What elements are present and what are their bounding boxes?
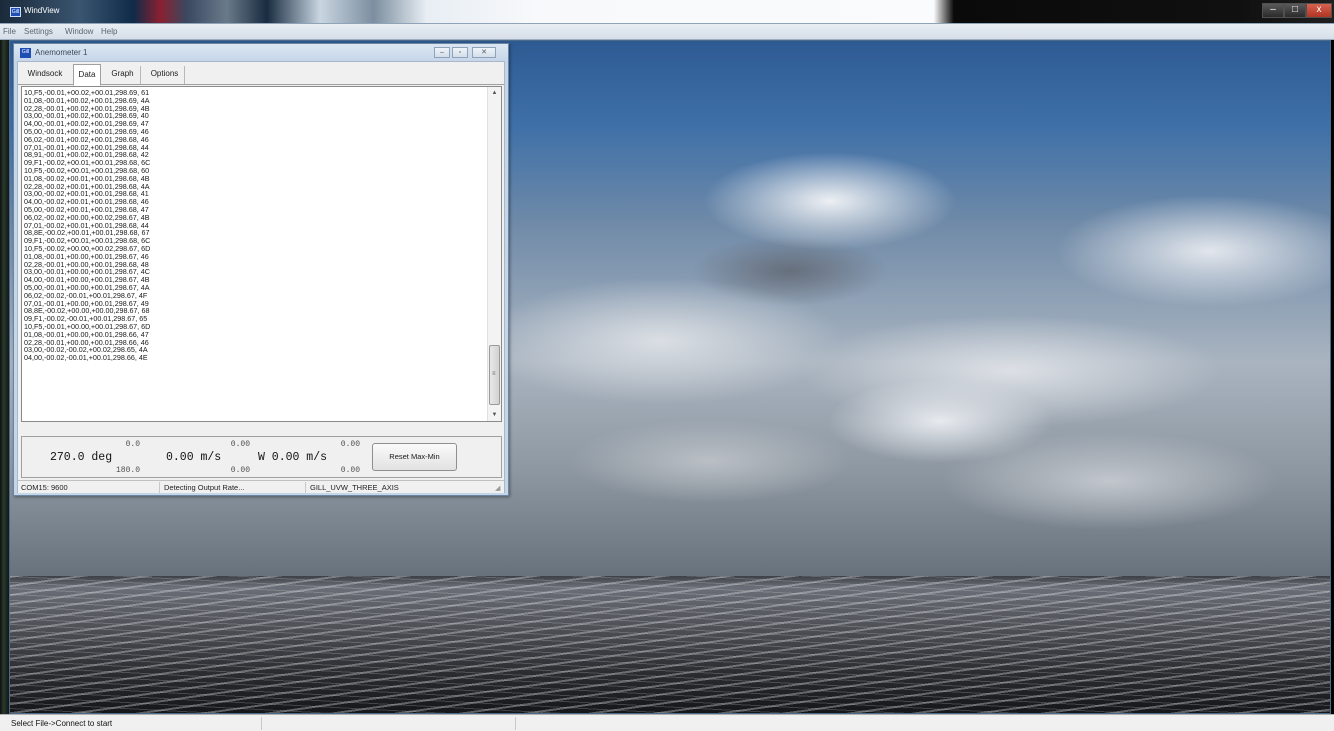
menu-window[interactable]: Window (65, 27, 93, 36)
reset-max-min-button[interactable]: Reset Max-Min (372, 443, 457, 471)
scroll-down-icon[interactable]: ▼ (488, 409, 501, 421)
menu-file[interactable]: File (3, 27, 16, 36)
tab-graph[interactable]: Graph (105, 66, 141, 84)
child-restore-button[interactable]: ▫ (452, 47, 468, 58)
vertical-max: 0.00 (340, 440, 360, 449)
menu-help[interactable]: Help (101, 27, 117, 36)
child-body: Windsock Data Graph Options 10,F5,-00.01… (17, 61, 505, 493)
maximize-button[interactable]: □ (1284, 3, 1306, 18)
resize-grip-icon[interactable]: ◢ (495, 484, 500, 492)
direction-min: 180.0 (115, 466, 140, 475)
menu-bar: File Settings Window Help (0, 24, 1334, 40)
anemometer-window[interactable]: Gill Anemometer 1 – ▫ ✕ Windsock Data Gr… (13, 43, 509, 496)
tab-options[interactable]: Options (145, 66, 185, 84)
main-status-bar: Select File->Connect to start (0, 714, 1334, 731)
child-status-bar: COM15: 9600 Detecting Output Rate... GIL… (18, 480, 504, 493)
status-message: Select File->Connect to start (8, 717, 262, 730)
scroll-grip-icon: ≡ (492, 371, 496, 377)
background-sea-image (10, 576, 1330, 713)
child-title-bar[interactable]: Gill Anemometer 1 – ▫ ✕ (14, 44, 508, 61)
data-log-line: 04,00,-00.02,-00.01,+00.01,298.66, 4E (24, 353, 148, 363)
scroll-up-icon[interactable]: ▲ (488, 87, 501, 99)
menu-settings[interactable]: Settings (24, 27, 53, 36)
direction-max: 0.0 (125, 440, 140, 449)
vertical-scrollbar[interactable]: ▲ ≡ ▼ (487, 87, 501, 421)
app-icon[interactable]: Gill (10, 7, 21, 17)
child-app-icon: Gill (20, 48, 31, 58)
child-window-title: Anemometer 1 (35, 48, 88, 57)
child-minimize-button[interactable]: – (434, 47, 450, 58)
status-panel-3 (518, 717, 1328, 730)
direction-value: 270.0 deg (50, 451, 113, 464)
vertical-min: 0.00 (340, 466, 360, 475)
window-left-edge (0, 40, 9, 714)
status-output-rate: Detecting Output Rate... (161, 482, 306, 493)
tab-windsock[interactable]: Windsock (21, 66, 69, 84)
status-com-port: COM15: 9600 (18, 482, 160, 493)
close-button[interactable]: x (1306, 3, 1332, 18)
status-panel-2 (264, 717, 516, 730)
child-close-button[interactable]: ✕ (472, 47, 496, 58)
readout-panel: 0.0 270.0 deg 180.0 0.00 0.00 m/s 0.00 0… (21, 436, 502, 478)
scroll-thumb[interactable]: ≡ (489, 345, 500, 405)
data-log-lines: 10,F5,-00.01,+00.02,+00.01,298.69, 61 01,… (24, 89, 150, 362)
data-log-textbox[interactable]: 10,F5,-00.01,+00.02,+00.01,298.69, 61 01,… (21, 86, 502, 422)
speed-min: 0.00 (230, 466, 250, 475)
app-title: WindView (24, 6, 60, 15)
speed-value: 0.00 m/s (166, 451, 222, 464)
app-title-bar[interactable]: Gill WindView – □ x (0, 0, 1334, 24)
vertical-value: W 0.00 m/s (258, 451, 328, 464)
tab-strip: Windsock Data Graph Options (18, 62, 504, 86)
minimize-button[interactable]: – (1262, 3, 1284, 18)
status-mode: GILL_UVW_THREE_AXIS (310, 483, 399, 492)
speed-max: 0.00 (230, 440, 250, 449)
tab-data[interactable]: Data (73, 64, 101, 86)
